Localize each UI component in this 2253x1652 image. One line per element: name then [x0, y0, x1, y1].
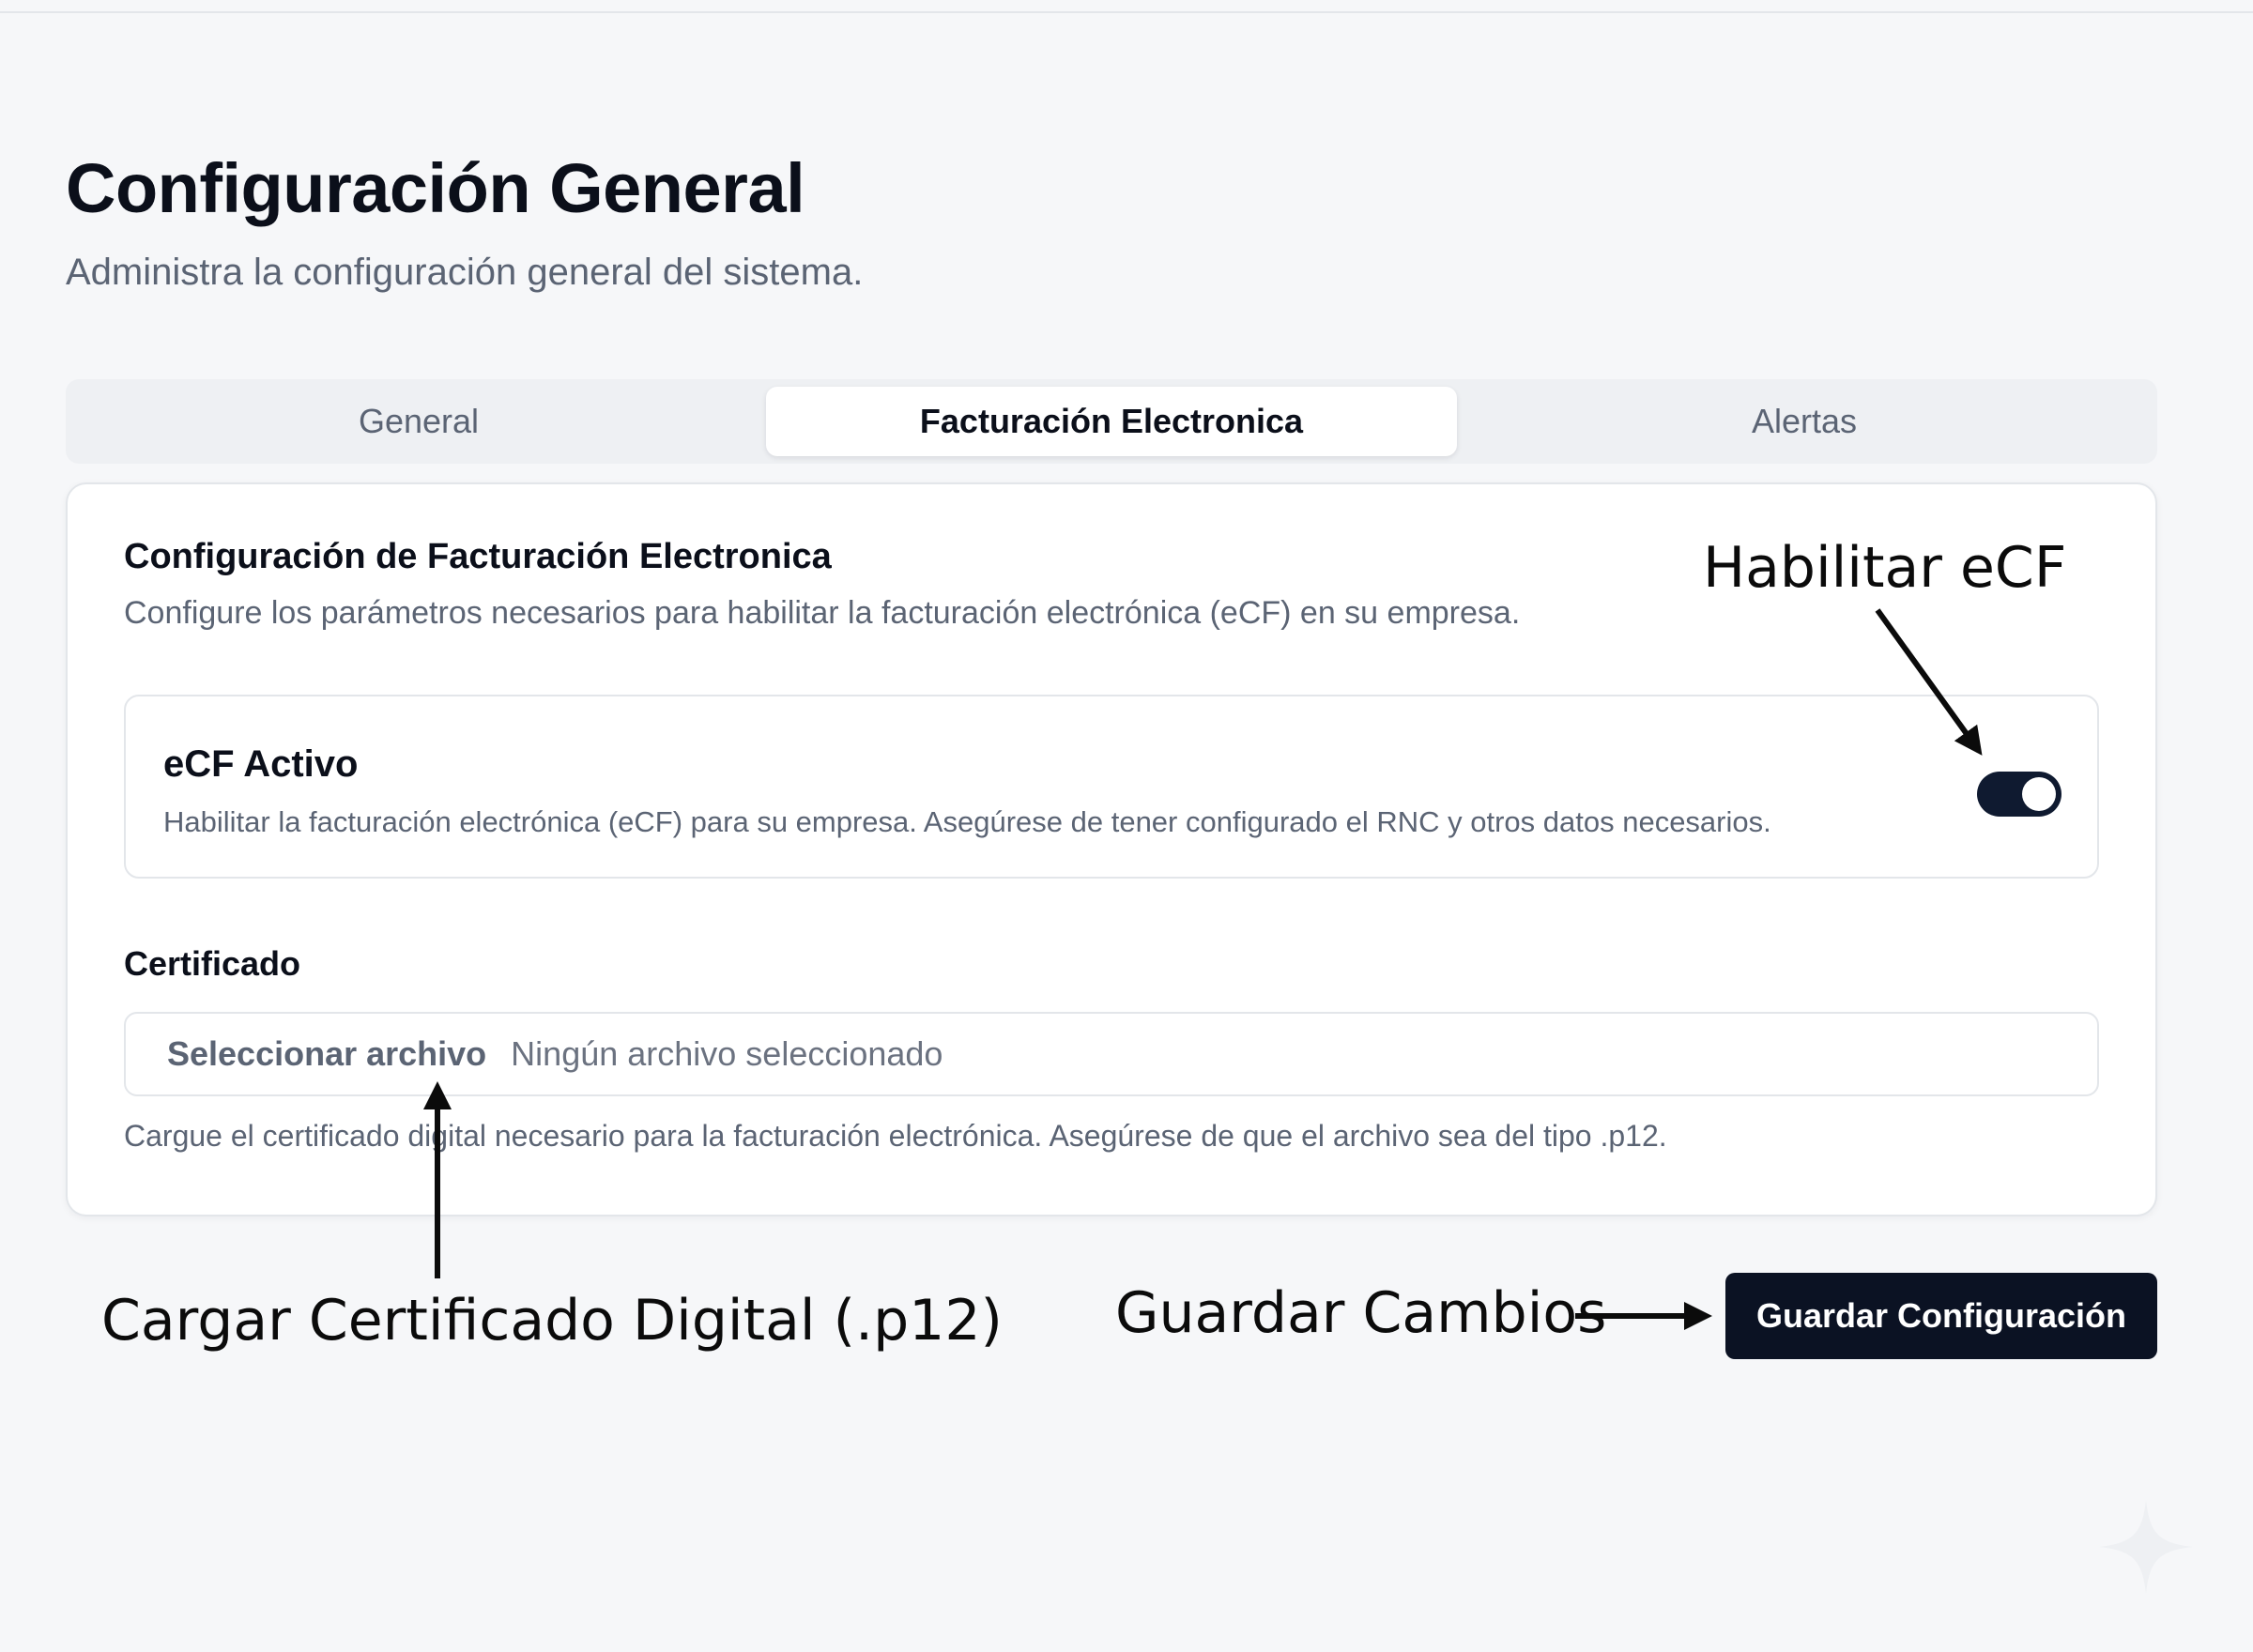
annotation-arrows	[423, 608, 1983, 1330]
sparkle-icon	[2099, 1500, 2193, 1594]
arrow-to-switch	[1875, 608, 1983, 756]
